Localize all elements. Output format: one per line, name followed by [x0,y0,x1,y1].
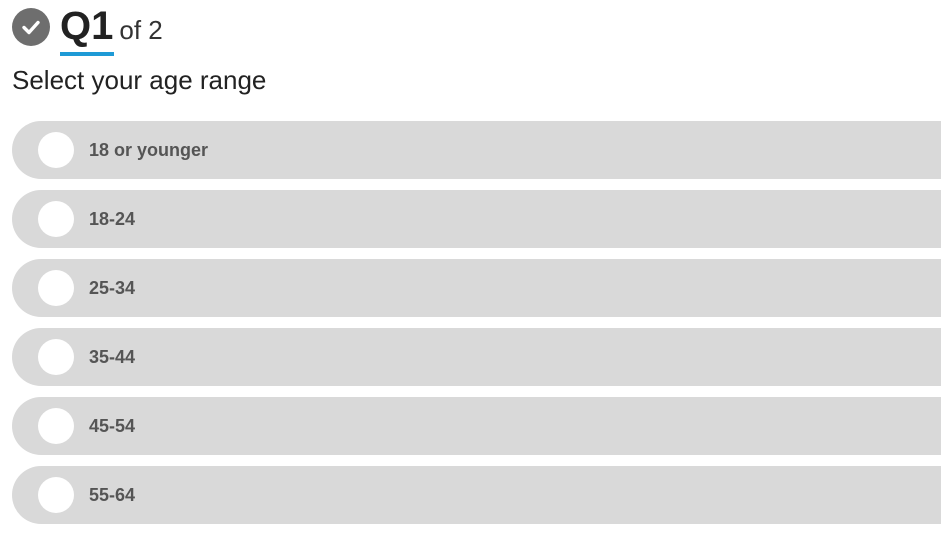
radio-empty-icon[interactable] [38,201,74,237]
option-label: 18-24 [89,208,136,229]
question-counter: Q1 of 2 [60,2,163,56]
question-number-underline [60,52,114,56]
radio-empty-icon[interactable] [38,408,74,444]
radio-empty-icon[interactable] [38,339,74,375]
option-55-64[interactable]: 55-64 [12,466,941,524]
option-label: 35-44 [89,346,136,367]
option-label: 18 or younger [89,139,209,160]
option-label: 45-54 [89,415,136,436]
radio-empty-icon[interactable] [38,477,74,513]
question-number: Q1 [60,4,114,48]
option-label: 55-64 [89,484,136,505]
option-25-34[interactable]: 25-34 [12,259,941,317]
option-18-24[interactable]: 18-24 [12,190,941,248]
radio-empty-icon[interactable] [38,270,74,306]
radio-empty-icon[interactable] [38,132,74,168]
question-text: Select your age range [12,65,267,95]
option-35-44[interactable]: 35-44 [12,328,941,386]
answer-options: 18 or younger 18-24 25-34 35-44 45-54 55… [12,121,941,535]
checkmark-circle-icon [12,8,50,46]
option-45-54[interactable]: 45-54 [12,397,941,455]
option-label: 25-34 [89,277,136,298]
option-18-or-younger[interactable]: 18 or younger [12,121,941,179]
question-total: of 2 [119,15,163,45]
